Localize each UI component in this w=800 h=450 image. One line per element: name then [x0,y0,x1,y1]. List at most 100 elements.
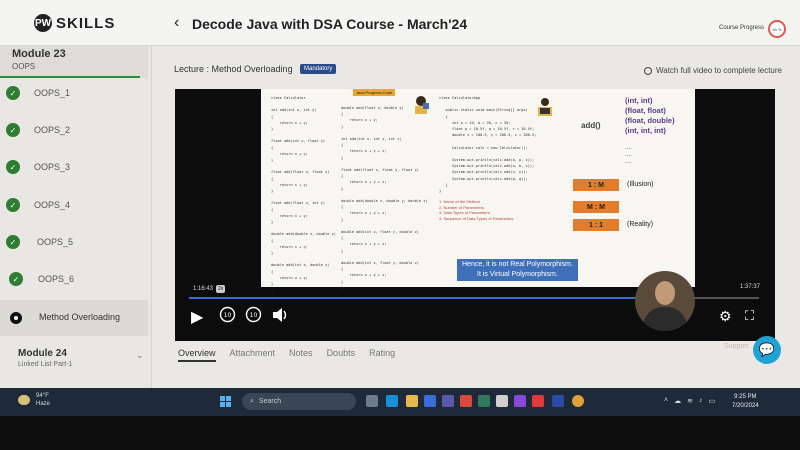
course-title: Decode Java with DSA Course - March'24 [192,16,468,32]
rule-item: 4. Sequence of Data Types of Parameters [439,215,514,221]
sidebar-item-oops-5[interactable]: ✓ OOPS_5 [0,225,148,261]
seek-progress [189,297,638,299]
logo[interactable]: PW SKILLS [34,14,115,32]
intellij-icon[interactable] [552,395,564,407]
teams-icon[interactable] [442,395,454,407]
check-circle-icon: ✓ [6,235,20,249]
sidebar-item-label: Method Overloading [39,312,121,322]
top-header: PW SKILLS ‹ Decode Java with DSA Course … [0,0,800,46]
ratio-m-m: M : M [573,201,619,213]
tab-overview[interactable]: Overview [178,348,216,362]
file-explorer-icon[interactable] [406,395,418,407]
course-progress-label: Course Progress [719,25,765,31]
forward-10-icon[interactable]: 10 [245,306,262,326]
code-calculator-app: class CalculatorApp public static void m… [439,96,537,194]
taskbar-clock[interactable]: 9:25 PM 7/20/2024 [732,393,759,411]
tab-attachment[interactable]: Attachment [230,348,276,362]
sidebar-item-oops-3[interactable]: ✓ OOPS_3 [0,150,148,186]
sidebar-item-oops-2[interactable]: ✓ OOPS_2 [0,113,148,149]
rewind-10-icon[interactable]: 10 [219,306,236,326]
developer-avatar-icon [538,98,552,116]
wifi-icon[interactable]: ≋ [687,397,693,405]
signature-list: (int, int) (float, float) (float, double… [625,96,675,136]
ellipsis: .... [625,159,632,165]
presenter-webcam [635,271,695,331]
support-button[interactable]: Support [718,341,755,352]
cloud-icon[interactable]: ☁ [674,397,681,405]
sidebar-item-label: OOPS_3 [34,162,71,172]
play-icon[interactable]: ▶ [191,307,203,327]
module-subtitle: Linked List Part-1 [18,361,73,368]
lecture-title: Lecture : Method Overloading [174,64,293,74]
system-tray: ˄ ☁ ≋ ♪ ▭ [664,397,715,405]
check-circle-icon: ✓ [9,272,23,286]
volume-icon[interactable] [271,307,289,326]
sidebar-item-oops-6[interactable]: ✓ OOPS_6 [0,262,148,298]
chevron-left-icon[interactable]: ‹ [174,14,179,32]
playback-speed-button[interactable]: 2x [216,285,226,293]
check-circle-icon: ✓ [6,160,20,174]
current-time: 1:16:43 [193,286,214,292]
presenter-head [655,281,675,305]
sidebar-item-label: OOPS_4 [34,200,71,210]
sidebar-item-oops-1[interactable]: ✓ OOPS_1 [0,76,148,112]
taskbar-search[interactable]: ⌕ Search [242,393,356,410]
weather-widget[interactable]: 94°F Haze [36,392,50,408]
svg-text:10: 10 [224,312,232,319]
ellipsis-list: .... .... .... [625,145,632,166]
browser-viewport: PW SKILLS ‹ Decode Java with DSA Course … [0,0,800,388]
clock-date: 7/20/2024 [732,403,759,409]
check-circle-icon: ✓ [6,123,20,137]
subtitle-line: Hence, it is not Real Polymorphism. [462,261,573,268]
course-progress-ring: 40 % [768,20,786,38]
temperature: 94°F [36,393,49,399]
video-player[interactable]: Java Progress Code class Calculator int … [175,89,775,341]
search-icon: ⌕ [250,397,254,405]
ratio-1-m: 1 : M [573,179,619,191]
module-title: Module 23 [12,48,66,60]
illusion-note: (Illusion) [627,181,654,188]
code-calculator-part-2: double add(float x, double y) { return x… [341,106,428,290]
notepad-icon[interactable] [496,395,508,407]
app-icon[interactable] [478,395,490,407]
edge-icon[interactable] [386,395,398,407]
tab-notes[interactable]: Notes [289,348,313,362]
overloading-rules-list: 1. Name of the Method 2. Number of Param… [439,199,513,221]
windows-start-icon[interactable] [220,396,231,407]
module-header[interactable]: Module 23 OOPS [0,46,148,78]
chat-bubble-icon[interactable]: 💬 [753,336,781,364]
signature-item: (float, double) [625,116,675,125]
tab-doubts[interactable]: Doubts [327,348,356,362]
visual-studio-icon[interactable] [514,395,526,407]
sidebar-item-method-overloading[interactable]: Method Overloading [0,300,148,336]
sidebar-item-oops-4[interactable]: ✓ OOPS_4 [0,188,148,224]
settings-gear-icon[interactable]: ⚙ [719,308,732,325]
clock-icon [644,66,652,75]
sidebar-item-label: OOPS_5 [37,237,74,247]
lecture-slide: Java Progress Code class Calculator int … [261,89,695,292]
module-subtitle: OOPS [12,62,36,71]
fullscreen-icon[interactable]: ⛶ [745,308,754,324]
youtube-icon[interactable] [532,395,544,407]
tab-rating[interactable]: Rating [369,348,395,362]
subtitle-line: It is Virtual Polymorphism. [477,271,558,278]
office-icon[interactable] [460,395,472,407]
battery-icon[interactable]: ▭ [708,397,715,405]
speaker-icon[interactable]: ♪ [699,397,703,405]
sidebar-item-label: OOPS_2 [34,125,71,135]
duration: 1:37:37 [740,284,761,290]
chevron-up-icon[interactable]: ˄ [664,397,668,405]
code-calculator-part-1: class Calculator int add(int x, int y) {… [271,96,336,293]
weather-condition: Haze [36,401,51,407]
store-icon[interactable] [424,395,436,407]
task-view-icon[interactable] [366,395,378,407]
watch-note: Watch full video to complete lecture [644,66,782,75]
reality-note: (Reality) [627,221,654,228]
presenter-body [643,307,687,331]
module-24-header[interactable]: Module 24 Linked List Part-1 ⌄ [0,342,148,378]
watch-note-text: Watch full video to complete lecture [656,66,782,75]
chrome-icon[interactable] [572,395,584,407]
signature-item: (int, int) [625,96,653,105]
monitor-bezel [0,416,800,450]
sidebar: Module 23 OOPS ✓ OOPS_1 ✓ OOPS_2 ✓ OOPS_… [0,46,152,388]
